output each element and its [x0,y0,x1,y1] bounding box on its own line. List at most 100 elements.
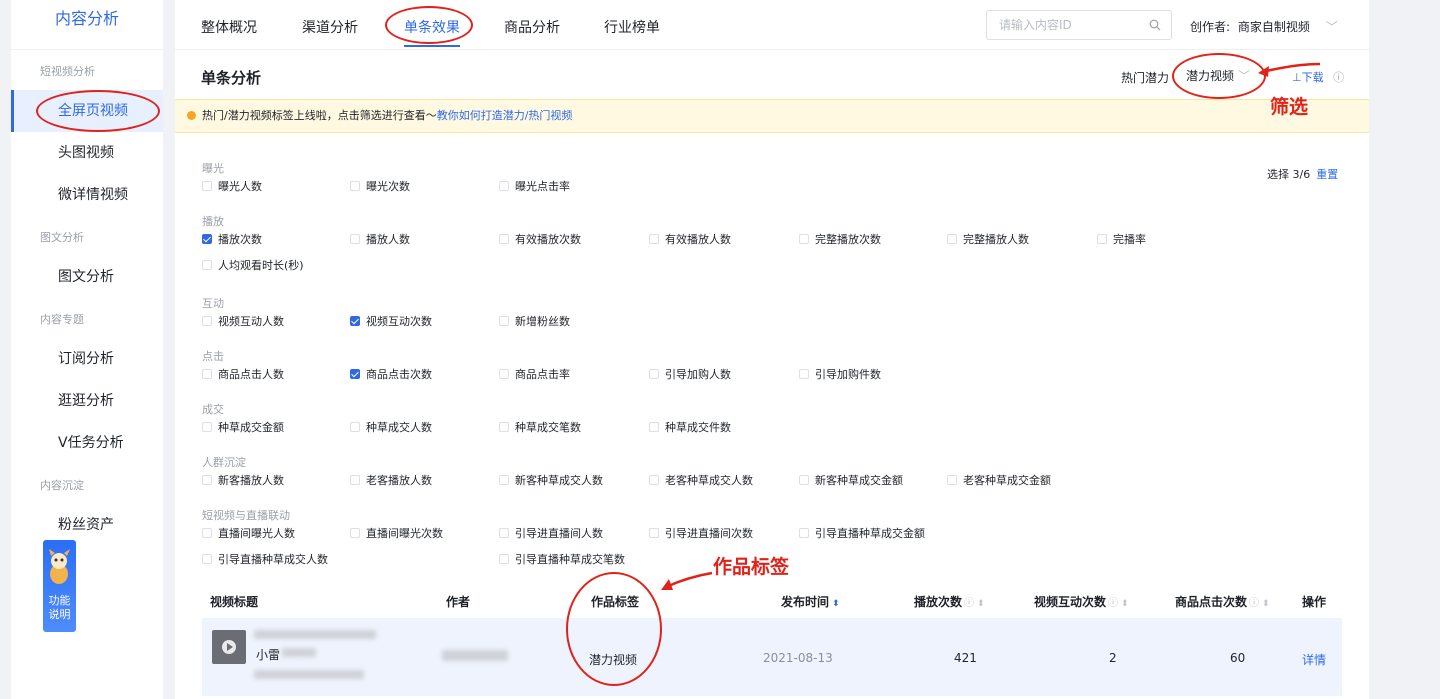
video-thumbnail[interactable] [212,630,246,664]
checkbox-icon[interactable] [202,475,212,485]
metric-option[interactable]: 曝光次数 [350,178,410,194]
checkbox-icon[interactable] [499,316,509,326]
sidebar-item-header-video[interactable]: 头图视频 [11,132,163,174]
checkbox-icon[interactable] [499,181,509,191]
checkbox-icon[interactable] [499,475,509,485]
col-product-clicks[interactable]: 商品点击次数 ⓘ ⬍ [1175,593,1270,610]
metric-option[interactable]: 引导加购人数 [649,366,731,382]
checkbox-icon[interactable] [499,234,509,244]
sidebar-item-graphic-analysis[interactable]: 图文分析 [11,256,163,298]
feature-help-button[interactable]: 功能 说明 [43,540,76,632]
metric-option[interactable]: 种草成交人数 [350,419,432,435]
metric-option[interactable]: 种草成交件数 [649,419,731,435]
metric-option[interactable]: 视频互动人数 [202,313,284,329]
checkbox-icon[interactable] [202,554,212,564]
metric-option[interactable]: 新客种草成交人数 [499,472,603,488]
sidebar-item-subscription[interactable]: 订阅分析 [11,338,163,380]
notice-link[interactable]: 教你如何打造潜力/热门视频 [437,109,573,122]
checkbox-icon[interactable] [947,234,957,244]
metric-option[interactable]: 新客种草成交金额 [799,472,903,488]
sidebar-item-micro-detail-video[interactable]: 微详情视频 [11,174,163,216]
tab-channel[interactable]: 渠道分析 [302,17,358,37]
checkbox-icon[interactable] [947,475,957,485]
metric-option[interactable]: 种草成交笔数 [499,419,581,435]
metric-option[interactable]: 曝光点击率 [499,178,570,194]
checkbox-icon[interactable] [350,369,360,379]
metric-option[interactable]: 完播率 [1097,231,1146,247]
sidebar-item-v-task[interactable]: V任务分析 [11,422,163,464]
metric-option[interactable]: 引导直播种草成交笔数 [499,551,625,567]
metric-option[interactable]: 老客种草成交金额 [947,472,1051,488]
checkbox-icon[interactable] [202,369,212,379]
metric-option[interactable]: 有效播放次数 [499,231,581,247]
checkbox-icon[interactable] [499,369,509,379]
creator-select[interactable]: 创作者: 商家自制视频 ﹀ [1190,18,1338,35]
metric-option[interactable]: 播放次数 [202,231,262,247]
checkbox-icon[interactable] [350,528,360,538]
metric-option[interactable]: 商品点击率 [499,366,570,382]
checkbox-icon[interactable] [202,181,212,191]
tab-overview[interactable]: 整体概况 [201,17,257,37]
checkbox-icon[interactable] [350,234,360,244]
metric-option[interactable]: 商品点击次数 [350,366,432,382]
metric-option[interactable]: 引导直播种草成交人数 [202,551,328,567]
metric-option[interactable]: 新客播放人数 [202,472,284,488]
metric-option[interactable]: 引导加购件数 [799,366,881,382]
hot-potential-select[interactable]: 潜力视频 ﹀ [1178,63,1256,89]
detail-link[interactable]: 详情 [1302,651,1326,668]
metric-option[interactable]: 有效播放人数 [649,231,731,247]
tab-product[interactable]: 商品分析 [504,17,560,37]
metric-option[interactable]: 老客种草成交人数 [649,472,753,488]
checkbox-icon[interactable] [649,369,659,379]
checkbox-icon[interactable] [649,475,659,485]
metric-option[interactable]: 引导直播种草成交金额 [799,525,925,541]
help-icon[interactable]: ⓘ [1333,71,1344,84]
checkbox-icon[interactable] [649,422,659,432]
checkbox-icon[interactable] [799,475,809,485]
metric-option[interactable]: 直播间曝光人数 [202,525,295,541]
checkbox-icon[interactable] [799,528,809,538]
checkbox-icon[interactable] [202,316,212,326]
search-icon[interactable] [1149,19,1161,31]
checkbox-icon[interactable] [202,528,212,538]
content-id-search[interactable] [986,10,1172,40]
checkbox-icon[interactable] [1097,234,1107,244]
checkbox-icon[interactable] [202,234,212,244]
metric-option[interactable]: 播放人数 [350,231,410,247]
checkbox-icon[interactable] [499,554,509,564]
reset-button[interactable]: 重置 [1316,168,1338,181]
metric-option[interactable]: 完整播放次数 [799,231,881,247]
metric-option[interactable]: 完整播放人数 [947,231,1029,247]
metric-option[interactable]: 新增粉丝数 [499,313,570,329]
sidebar-item-fullscreen-video[interactable]: 全屏页视频 [11,90,163,132]
checkbox-icon[interactable] [202,422,212,432]
checkbox-icon[interactable] [799,234,809,244]
metric-option[interactable]: 老客播放人数 [350,472,432,488]
metric-option[interactable]: 种草成交金额 [202,419,284,435]
col-publish-time[interactable]: 发布时间 ⬍ [781,593,840,610]
download-button[interactable]: ⊥下载 ⓘ [1292,69,1344,85]
tab-industry-rank[interactable]: 行业榜单 [604,17,660,37]
checkbox-icon[interactable] [799,369,809,379]
sidebar-item-fan-assets[interactable]: 粉丝资产 [11,504,163,546]
metric-option[interactable]: 视频互动次数 [350,313,432,329]
checkbox-icon[interactable] [499,528,509,538]
checkbox-icon[interactable] [350,316,360,326]
col-interactions[interactable]: 视频互动次数 ⓘ ⬍ [1034,593,1129,610]
col-plays[interactable]: 播放次数 ⓘ ⬍ [914,593,985,610]
checkbox-icon[interactable] [350,181,360,191]
checkbox-icon[interactable] [499,422,509,432]
metric-option[interactable]: 引导进直播间人数 [499,525,603,541]
metric-option[interactable]: 曝光人数 [202,178,262,194]
checkbox-icon[interactable] [649,528,659,538]
tab-single-effect[interactable]: 单条效果 [404,17,460,47]
metric-option[interactable]: 引导进直播间次数 [649,525,753,541]
sidebar-item-guangguang[interactable]: 逛逛分析 [11,380,163,422]
metric-option[interactable]: 商品点击人数 [202,366,284,382]
checkbox-icon[interactable] [649,234,659,244]
metric-option[interactable]: 直播间曝光次数 [350,525,443,541]
search-input[interactable] [987,11,1137,39]
metric-option[interactable]: 人均观看时长(秒) [202,257,304,273]
checkbox-icon[interactable] [202,260,212,270]
checkbox-icon[interactable] [350,475,360,485]
